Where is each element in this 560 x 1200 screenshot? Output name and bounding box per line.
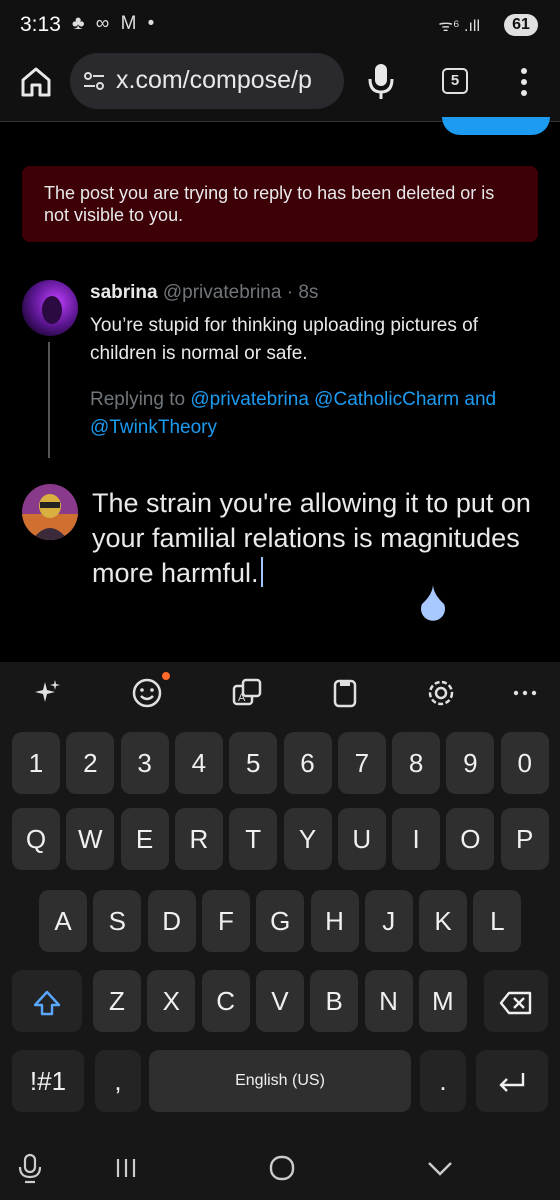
url-bar[interactable]: x.com/compose/p xyxy=(70,53,344,109)
key-v[interactable]: V xyxy=(255,970,304,1032)
space-key[interactable]: English (US) xyxy=(149,1050,411,1112)
status-bar: 3:13 ♣ ∞ M • ᯤ⁶ .ıll 61 xyxy=(0,0,560,50)
more-menu-icon[interactable] xyxy=(514,66,534,98)
shift-key[interactable] xyxy=(12,970,82,1032)
microphone-icon[interactable] xyxy=(366,62,396,100)
svg-text:A: A xyxy=(238,692,246,704)
tab-switcher-button[interactable]: 5 xyxy=(442,68,468,94)
tweet-body: You’re stupid for thinking uploading pic… xyxy=(90,315,478,364)
key-k[interactable]: K xyxy=(419,890,468,952)
compose-text[interactable]: The strain you're allowing it to put on … xyxy=(92,488,531,588)
key-g[interactable]: G xyxy=(256,890,305,952)
caret-handle-icon[interactable] xyxy=(418,584,448,624)
key-y[interactable]: Y xyxy=(283,808,332,870)
replying-prefix: Replying to xyxy=(90,389,191,410)
ai-sparkle-icon[interactable] xyxy=(30,676,64,710)
key-b[interactable]: B xyxy=(310,970,359,1032)
key-p[interactable]: P xyxy=(500,808,549,870)
on-screen-keyboard: 1 2 3 4 5 6 7 8 9 0 Q W E R T Y U I O P A S D F G H J K L Z X C V B N M !#1,… xyxy=(0,724,560,1136)
key-r[interactable]: R xyxy=(174,808,223,870)
key-z[interactable]: Z xyxy=(93,970,141,1032)
replying-handles[interactable]: @privatebrina @CatholicCharm xyxy=(190,389,459,410)
key-e[interactable]: E xyxy=(120,808,169,870)
symbols-key[interactable]: !#1 xyxy=(12,1050,84,1112)
author-name[interactable]: sabrina xyxy=(90,282,158,303)
notification-dot xyxy=(162,672,170,680)
emoji-icon[interactable] xyxy=(130,676,164,710)
clipboard-icon[interactable] xyxy=(328,676,362,710)
key-3[interactable]: 3 xyxy=(120,732,169,794)
key-a[interactable]: A xyxy=(39,890,87,952)
voice-input-icon[interactable] xyxy=(14,1152,46,1184)
site-settings-icon[interactable] xyxy=(82,69,106,93)
error-message: The post you are trying to reply to has … xyxy=(44,183,495,225)
key-2[interactable]: 2 xyxy=(66,732,115,794)
key-i[interactable]: I xyxy=(392,808,441,870)
browser-toolbar: x.com/compose/p 5 xyxy=(0,50,560,122)
enter-key[interactable] xyxy=(476,1050,548,1112)
key-l[interactable]: L xyxy=(473,890,522,952)
comma-key[interactable]: , xyxy=(95,1050,141,1112)
backspace-icon xyxy=(499,991,532,1015)
key-s[interactable]: S xyxy=(93,890,142,952)
key-n[interactable]: N xyxy=(364,970,413,1032)
key-u[interactable]: U xyxy=(337,808,386,870)
key-m[interactable]: M xyxy=(418,970,467,1032)
key-4[interactable]: 4 xyxy=(174,732,223,794)
key-w[interactable]: W xyxy=(66,808,115,870)
key-6[interactable]: 6 xyxy=(283,732,332,794)
recent-apps-icon[interactable] xyxy=(110,1152,142,1184)
error-banner: The post you are trying to reply to has … xyxy=(22,166,538,242)
home-icon[interactable] xyxy=(18,64,54,100)
key-j[interactable]: J xyxy=(364,890,413,952)
key-d[interactable]: D xyxy=(147,890,196,952)
shift-icon xyxy=(33,990,61,1016)
user-avatar xyxy=(22,484,78,540)
author-handle[interactable]: @privatebrina xyxy=(163,282,282,303)
key-7[interactable]: 7 xyxy=(337,732,386,794)
key-9[interactable]: 9 xyxy=(446,732,495,794)
tweet-header: sabrina @privatebrina · 8s xyxy=(90,282,318,304)
key-t[interactable]: T xyxy=(229,808,278,870)
tweet-time: · 8s xyxy=(286,282,319,303)
backspace-key[interactable] xyxy=(484,970,548,1032)
home-nav-icon[interactable] xyxy=(266,1152,298,1184)
more-tools-icon[interactable] xyxy=(508,676,542,710)
key-0[interactable]: 0 xyxy=(500,732,549,794)
keyboard-toolbar: A xyxy=(0,662,560,724)
signal-icons: ᯤ⁶ .ıll xyxy=(438,18,480,35)
battery-icon: 61 xyxy=(504,14,538,36)
settings-icon[interactable] xyxy=(424,676,458,710)
key-1[interactable]: 1 xyxy=(12,732,60,794)
enter-icon xyxy=(499,1073,525,1092)
text-caret xyxy=(260,557,263,587)
period-key[interactable]: . xyxy=(420,1050,466,1112)
hide-keyboard-icon[interactable] xyxy=(424,1152,456,1184)
compose-input[interactable]: The strain you're allowing it to put on … xyxy=(92,486,542,591)
reply-button[interactable] xyxy=(442,117,550,135)
key-o[interactable]: O xyxy=(446,808,495,870)
thread-line xyxy=(48,342,50,458)
status-time: 3:13 xyxy=(20,13,61,36)
url-text[interactable]: x.com/compose/p xyxy=(116,66,338,95)
notification-icons: ♣ ∞ M • xyxy=(72,13,158,34)
key-f[interactable]: F xyxy=(201,890,250,952)
key-8[interactable]: 8 xyxy=(392,732,441,794)
replying-last-handle[interactable]: @TwinkTheory xyxy=(90,417,217,438)
key-q[interactable]: Q xyxy=(12,808,60,870)
key-c[interactable]: C xyxy=(201,970,250,1032)
replying-to: Replying to @privatebrina @CatholicCharm… xyxy=(90,386,550,442)
key-5[interactable]: 5 xyxy=(229,732,278,794)
key-h[interactable]: H xyxy=(310,890,359,952)
translate-icon[interactable]: A xyxy=(230,676,264,710)
system-nav-bar xyxy=(0,1136,560,1200)
avatar[interactable] xyxy=(22,280,78,336)
replying-and[interactable]: and xyxy=(459,389,496,410)
key-x[interactable]: X xyxy=(147,970,196,1032)
